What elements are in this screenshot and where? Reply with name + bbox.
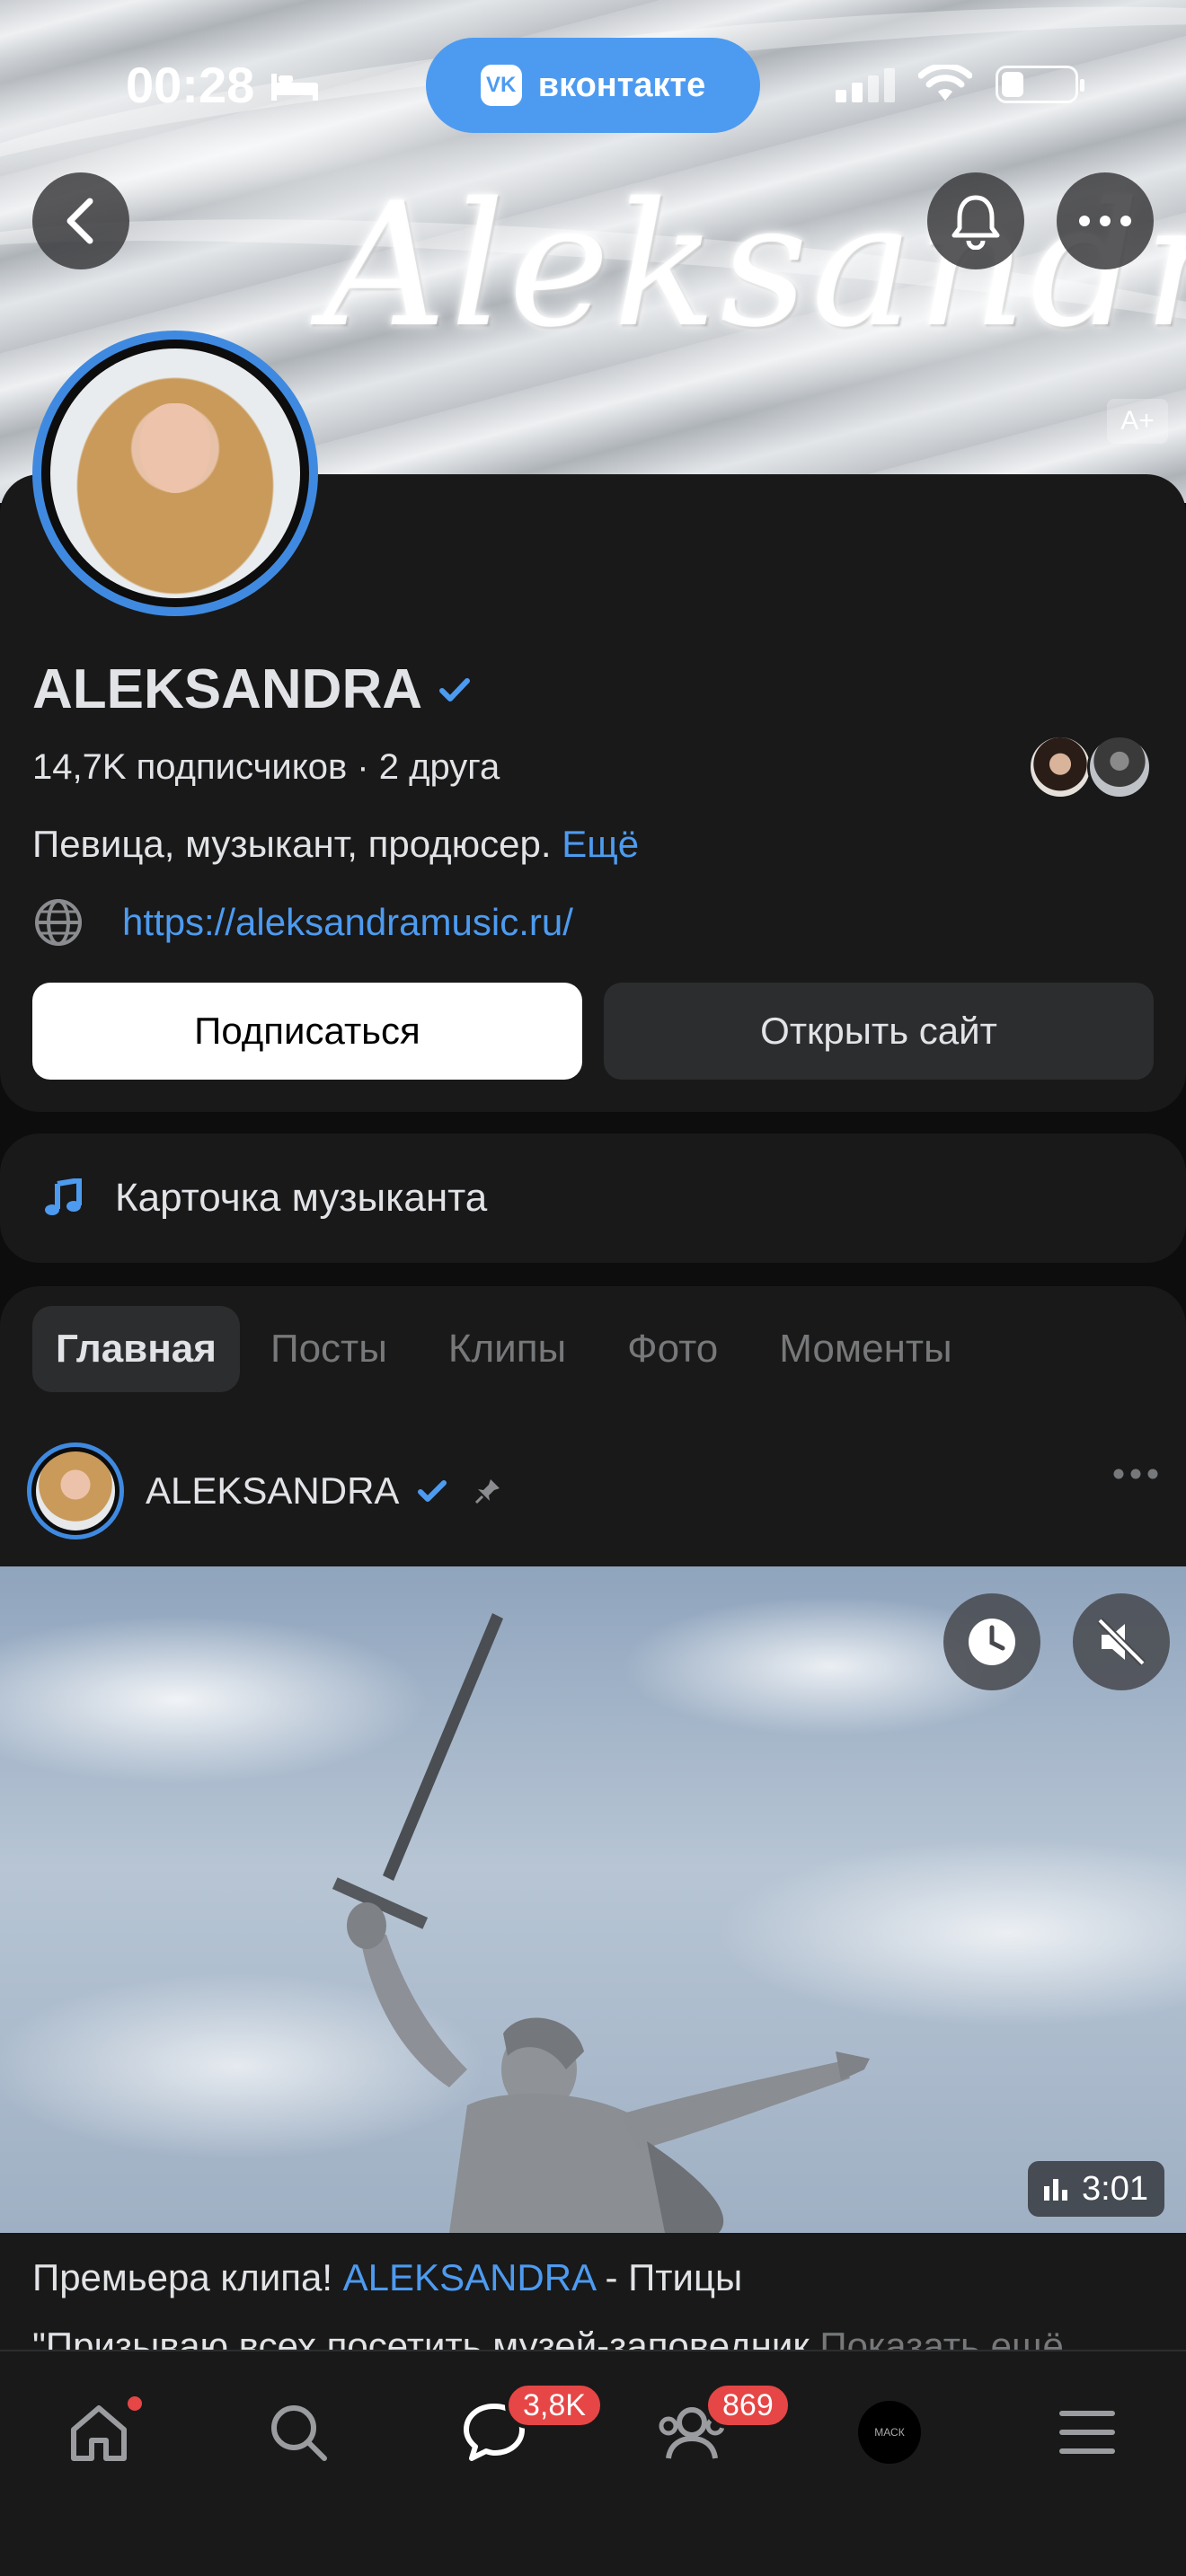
tab-photos[interactable]: Фото	[597, 1306, 748, 1392]
chevron-left-icon	[66, 198, 93, 244]
stats-bars-icon	[1044, 2179, 1068, 2201]
font-size-button[interactable]: A+	[1107, 399, 1168, 444]
status-indicators	[836, 65, 1084, 104]
bio-text: Певица, музыкант, продюсер.	[32, 823, 552, 865]
video-duration: 3:01	[1082, 2169, 1148, 2208]
bell-icon	[951, 195, 1000, 250]
app-pill-label: вконтакте	[537, 66, 706, 104]
tab-friends[interactable]: 869	[647, 2382, 792, 2477]
bio-more-link[interactable]: Ещё	[562, 823, 639, 865]
friends-badge: 869	[704, 2382, 792, 2429]
messages-badge: 3,8K	[505, 2382, 604, 2429]
website-row[interactable]: https://aleksandramusic.ru/	[32, 896, 573, 948]
friend-avatar	[1087, 735, 1152, 799]
status-time: 00:28	[126, 57, 255, 113]
watch-later-button[interactable]	[943, 1593, 1040, 1690]
tab-search[interactable]	[253, 2387, 343, 2477]
vk-logo-icon: VK	[480, 65, 522, 106]
music-note-icon	[45, 1178, 82, 1215]
sleep-mode-icon	[270, 70, 320, 107]
verified-check-icon	[418, 1480, 447, 1502]
tab-posts[interactable]: Посты	[240, 1306, 418, 1392]
musician-card-row[interactable]: Карточка музыканта	[0, 1134, 1186, 1263]
battery-icon	[996, 66, 1084, 103]
musician-card-label: Карточка музыканта	[115, 1176, 488, 1220]
post-header: ALEKSANDRA	[27, 1441, 1159, 1541]
bottom-tab-bar: 3,8K 869 МАСК	[0, 2350, 1186, 2576]
tab-home[interactable]	[54, 2387, 144, 2477]
tab-messages[interactable]: 3,8K	[449, 2382, 604, 2477]
post-video[interactable]: 3:01	[0, 1566, 1186, 2233]
back-button[interactable]	[32, 172, 129, 269]
home-notification-dot	[128, 2396, 142, 2411]
profile-name-row: ALEKSANDRA	[32, 657, 471, 721]
search-icon	[271, 2405, 327, 2461]
verified-check-icon[interactable]	[438, 676, 471, 703]
speaker-muted-icon	[1097, 1618, 1146, 1666]
subscribers-count[interactable]: 14,7K подписчиков · 2 друга	[32, 747, 500, 788]
mask-icon: МАСК	[858, 2401, 921, 2464]
tab-main[interactable]: Главная	[32, 1306, 240, 1392]
post-text: Премьера клипа! ALEKSANDRA - Птицы	[32, 2256, 742, 2299]
tab-moments[interactable]: Моменты	[748, 1306, 982, 1392]
wifi-icon	[918, 65, 972, 101]
website-link[interactable]: https://aleksandramusic.ru/	[122, 901, 573, 944]
home-icon	[71, 2405, 127, 2461]
more-horizontal-icon	[1113, 1469, 1158, 1479]
subscribe-button[interactable]: Подписаться	[32, 983, 582, 1080]
profile-bio: Певица, музыкант, продюсер. Ещё	[32, 823, 639, 866]
profile-avatar[interactable]	[32, 331, 318, 616]
post-more-button[interactable]	[1112, 1468, 1159, 1485]
post-author-name[interactable]: ALEKSANDRA	[146, 1469, 399, 1513]
video-duration-badge: 3:01	[1028, 2161, 1164, 2217]
more-options-button[interactable]	[1057, 172, 1154, 269]
tab-mask[interactable]: МАСК	[845, 2387, 934, 2477]
clock-icon	[969, 1619, 1015, 1665]
friend-avatar	[1028, 735, 1093, 799]
post-text-prefix: Премьера клипа!	[32, 2256, 343, 2298]
mute-button[interactable]	[1073, 1593, 1170, 1690]
tab-clips[interactable]: Клипы	[418, 1306, 597, 1392]
open-site-button[interactable]: Открыть сайт	[604, 983, 1154, 1080]
cellular-signal-icon	[836, 68, 895, 102]
globe-icon	[35, 899, 82, 946]
post-author-avatar[interactable]	[27, 1442, 124, 1539]
profile-tabs: Главная Посты Клипы Фото Моменты	[32, 1306, 983, 1392]
post-text-mention[interactable]: ALEKSANDRA	[343, 2256, 595, 2298]
more-horizontal-icon	[1079, 216, 1131, 226]
pin-icon	[475, 1479, 500, 1504]
hamburger-menu-icon	[1059, 2411, 1115, 2454]
friends-avatars[interactable]	[1028, 735, 1152, 799]
vkontakte-app-pill[interactable]: VK вконтакте	[426, 38, 760, 133]
profile-name: ALEKSANDRA	[32, 658, 422, 720]
tab-menu[interactable]	[1042, 2387, 1132, 2477]
notifications-button[interactable]	[927, 172, 1024, 269]
post-text-suffix: - Птицы	[594, 2256, 743, 2298]
cover-script-title: Aleksandra	[323, 166, 1186, 365]
avatar-photo	[50, 348, 300, 598]
